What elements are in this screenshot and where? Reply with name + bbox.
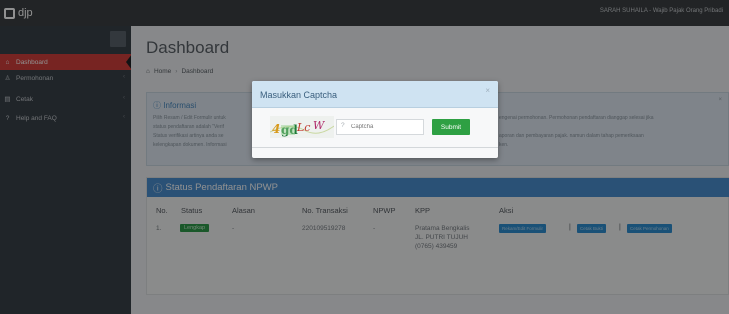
captcha-text: 4 [272,122,280,136]
svg-text:W: W [313,119,326,132]
close-icon[interactable]: × [485,86,490,95]
captcha-image: 4 gd Lc W [270,116,334,138]
modal-title: Masukkan Captcha [260,90,338,100]
question-icon: ? [341,122,345,129]
modal-header: Masukkan Captcha × [252,81,498,108]
captcha-modal: Masukkan Captcha × 4 gd Lc W ? Submit [252,81,498,158]
modal-divider [252,147,498,148]
submit-button[interactable]: Submit [432,119,470,135]
svg-text:Lc: Lc [296,121,310,134]
captcha-input[interactable] [336,119,424,135]
